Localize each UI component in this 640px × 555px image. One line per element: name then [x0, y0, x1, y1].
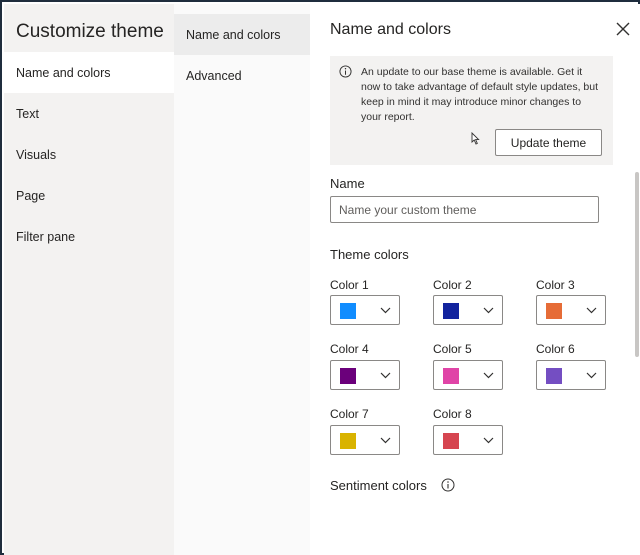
panel-scrollbar[interactable]: [635, 172, 639, 357]
color-5-label: Color 5: [433, 342, 472, 356]
color-3-swatch: [546, 303, 562, 319]
panel-title: Name and colors: [330, 21, 451, 38]
sentiment-colors-label: Sentiment colors: [330, 478, 427, 493]
color-7-swatch: [340, 433, 356, 449]
close-icon[interactable]: [614, 20, 632, 38]
color-4-swatch: [340, 368, 356, 384]
color-1-picker[interactable]: [330, 295, 400, 325]
update-notice: An update to our base theme is available…: [330, 56, 613, 165]
chevron-down-icon: [483, 437, 494, 444]
customize-theme-dialog: Customize theme Name and colors Text Vis…: [0, 0, 640, 555]
color-1-swatch: [340, 303, 356, 319]
color-8-swatch: [443, 433, 459, 449]
sub-nav-item-advanced[interactable]: Advanced: [174, 55, 310, 96]
settings-panel: Name and colors An update to our base th…: [310, 4, 640, 555]
info-icon: [339, 65, 352, 78]
color-1-label: Color 1: [330, 278, 369, 292]
color-6-picker[interactable]: [536, 360, 606, 390]
theme-colors-label: Theme colors: [330, 247, 409, 262]
left-nav-item-label: Name and colors: [16, 65, 111, 80]
left-nav-item-label: Filter pane: [16, 229, 76, 244]
color-4-picker[interactable]: [330, 360, 400, 390]
left-nav-item-text[interactable]: Text: [4, 93, 174, 134]
left-nav-item-visuals[interactable]: Visuals: [4, 134, 174, 175]
color-5-swatch: [443, 368, 459, 384]
left-nav-item-label: Text: [16, 106, 39, 121]
name-section-label: Name: [330, 176, 365, 191]
color-3-picker[interactable]: [536, 295, 606, 325]
left-nav-item-label: Visuals: [16, 147, 57, 162]
left-nav-item-name-and-colors[interactable]: Name and colors: [4, 52, 174, 93]
color-4-label: Color 4: [330, 342, 369, 356]
mouse-cursor-icon: [471, 132, 480, 145]
chevron-down-icon: [483, 372, 494, 379]
sub-nav-item-label: Advanced: [186, 68, 242, 83]
chevron-down-icon: [380, 372, 391, 379]
chevron-down-icon: [380, 437, 391, 444]
theme-name-input[interactable]: [330, 196, 599, 223]
color-2-label: Color 2: [433, 278, 472, 292]
info-icon[interactable]: [441, 478, 455, 492]
color-7-label: Color 7: [330, 407, 369, 421]
color-5-picker[interactable]: [433, 360, 503, 390]
left-nav: Customize theme Name and colors Text Vis…: [4, 4, 174, 555]
left-nav-item-page[interactable]: Page: [4, 175, 174, 216]
color-7-picker[interactable]: [330, 425, 400, 455]
chevron-down-icon: [483, 307, 494, 314]
color-2-picker[interactable]: [433, 295, 503, 325]
chevron-down-icon: [586, 372, 597, 379]
color-8-picker[interactable]: [433, 425, 503, 455]
notice-text: An update to our base theme is available…: [361, 66, 598, 123]
color-3-label: Color 3: [536, 278, 575, 292]
color-6-label: Color 6: [536, 342, 575, 356]
chevron-down-icon: [586, 307, 597, 314]
panel-bottom-area: [310, 494, 640, 555]
left-nav-item-label: Page: [16, 188, 46, 203]
color-2-swatch: [443, 303, 459, 319]
sub-nav-item-name-and-colors[interactable]: Name and colors: [174, 14, 310, 55]
update-theme-button[interactable]: Update theme: [495, 129, 602, 156]
chevron-down-icon: [380, 307, 391, 314]
color-8-label: Color 8: [433, 407, 472, 421]
dialog-title: Customize theme: [16, 21, 164, 42]
sub-nav: Name and colors Advanced: [174, 4, 310, 555]
left-nav-item-filter-pane[interactable]: Filter pane: [4, 216, 174, 257]
color-6-swatch: [546, 368, 562, 384]
sub-nav-item-label: Name and colors: [186, 27, 281, 42]
